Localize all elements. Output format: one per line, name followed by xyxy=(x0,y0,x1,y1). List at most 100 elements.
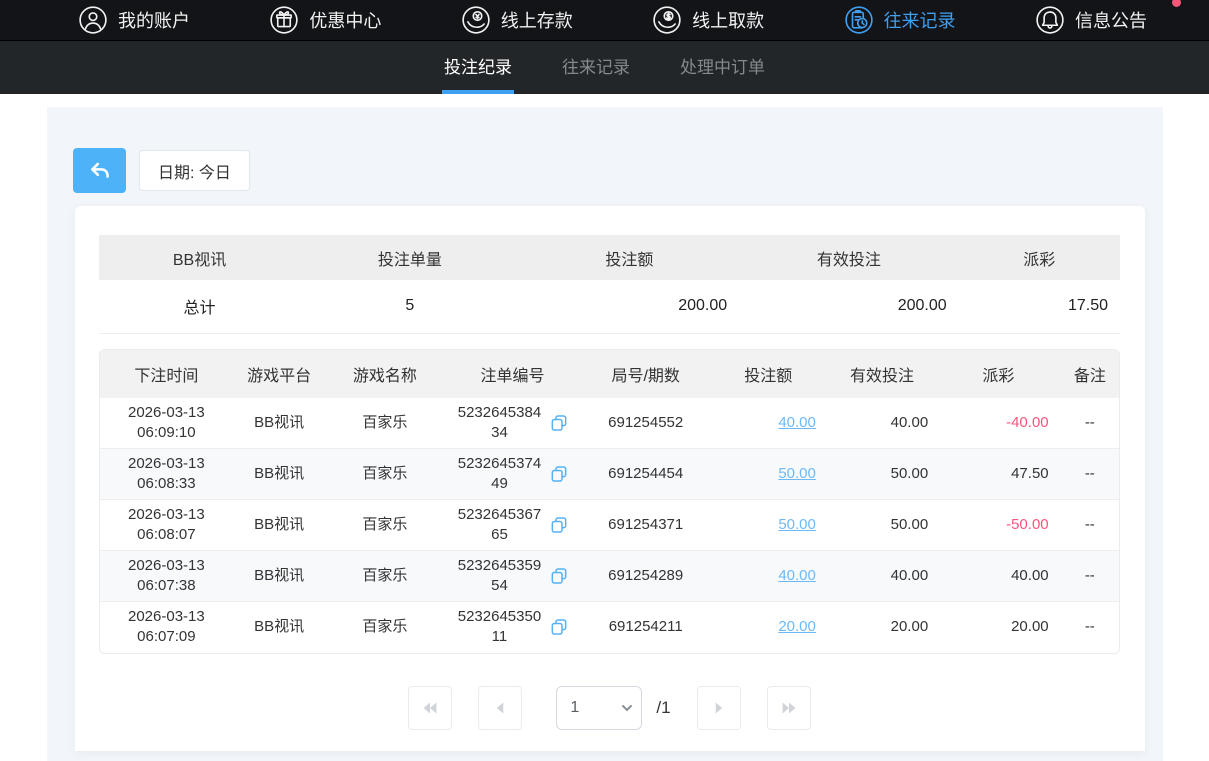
table-row: 2026-03-1306:08:07 BB视讯 百家乐 523264536765… xyxy=(100,500,1120,551)
content-panel: 日期: 今日 BB视讯 投注单量 投注额 有效投注 派彩 总计 5 200.00 xyxy=(47,107,1163,761)
bell-icon xyxy=(1035,5,1065,35)
game-name: 百家乐 xyxy=(326,500,444,551)
game-name: 百家乐 xyxy=(326,551,444,602)
records-icon xyxy=(844,5,874,35)
page-select-wrap: 1 xyxy=(556,686,642,730)
right-arrow-icon xyxy=(708,697,730,719)
bet-time: 2026-03-1306:08:07 xyxy=(100,500,233,551)
bet-id-cell: 523264537449 xyxy=(444,449,581,500)
bet-id: 523264537449 xyxy=(455,454,543,495)
copy-icon[interactable] xyxy=(549,617,569,637)
col-header-payout: 派彩 xyxy=(938,350,1058,398)
nav-item-label: 优惠中心 xyxy=(309,7,381,33)
withdraw-icon xyxy=(652,5,682,35)
nav-item-announcements[interactable]: 信息公告 xyxy=(1035,5,1147,35)
platform: BB视讯 xyxy=(233,602,326,653)
nav-item-label: 信息公告 xyxy=(1075,7,1147,33)
bet-id-cell: 523264538434 xyxy=(444,398,581,449)
bet-time: 2026-03-1306:08:33 xyxy=(100,449,233,500)
platform: BB视讯 xyxy=(233,551,326,602)
bet-time: 2026-03-1306:09:10 xyxy=(100,398,233,449)
next-page-button[interactable] xyxy=(697,686,741,730)
first-page-button[interactable] xyxy=(408,686,452,730)
round-number: 691254371 xyxy=(581,500,711,551)
back-button[interactable] xyxy=(73,148,126,193)
bet-table-container: 下注时间 游戏平台 游戏名称 注单编号 局号/期数 投注额 有效投注 派彩 备注… xyxy=(99,349,1120,654)
bet-id-cell: 523264536765 xyxy=(444,500,581,551)
game-name: 百家乐 xyxy=(326,602,444,653)
bet-amount-link[interactable]: 50.00 xyxy=(778,465,816,482)
col-header-bet-amount: 投注额 xyxy=(711,350,826,398)
summary-total-valid: 200.00 xyxy=(739,280,959,333)
bet-id: 523264538434 xyxy=(455,403,543,444)
remark: -- xyxy=(1059,500,1120,551)
platform: BB视讯 xyxy=(233,398,326,449)
bet-amount-cell: 20.00 xyxy=(711,602,826,653)
deposit-icon xyxy=(461,5,491,35)
summary-total-label: 总计 xyxy=(99,280,300,333)
page-select[interactable]: 1 xyxy=(556,686,642,730)
copy-icon[interactable] xyxy=(549,464,569,484)
table-row: 2026-03-1306:07:38 BB视讯 百家乐 523264535954… xyxy=(100,551,1120,602)
round-number: 691254211 xyxy=(581,602,711,653)
bet-id-cell: 523264535011 xyxy=(444,602,581,653)
summary-table: BB视讯 投注单量 投注额 有效投注 派彩 总计 5 200.00 200.00… xyxy=(99,235,1120,334)
table-row: 2026-03-1306:07:09 BB视讯 百家乐 523264535011… xyxy=(100,602,1120,653)
copy-icon[interactable] xyxy=(549,515,569,535)
nav-item-records[interactable]: 往来记录 xyxy=(844,5,956,35)
bet-time: 2026-03-1306:07:09 xyxy=(100,602,233,653)
col-header-bet-time: 下注时间 xyxy=(100,350,233,398)
copy-icon[interactable] xyxy=(549,413,569,433)
nav-item-my-account[interactable]: 我的账户 xyxy=(78,5,190,35)
col-header-game-name: 游戏名称 xyxy=(326,350,444,398)
valid-bet: 20.00 xyxy=(826,602,938,653)
user-icon xyxy=(78,5,108,35)
col-header-bet-id: 注单编号 xyxy=(444,350,581,398)
bet-id: 523264536765 xyxy=(455,505,543,546)
bet-amount-cell: 50.00 xyxy=(711,449,826,500)
summary-total-row: 总计 5 200.00 200.00 17.50 xyxy=(99,280,1120,333)
remark: -- xyxy=(1059,449,1120,500)
bet-amount-cell: 40.00 xyxy=(711,551,826,602)
valid-bet: 40.00 xyxy=(826,398,938,449)
nav-item-label: 线上取款 xyxy=(692,7,764,33)
game-name: 百家乐 xyxy=(326,398,444,449)
tab-processing-orders[interactable]: 处理中订单 xyxy=(678,41,767,94)
date-filter[interactable]: 日期: 今日 xyxy=(139,150,250,191)
remark: -- xyxy=(1059,551,1120,602)
nav-item-label: 线上存款 xyxy=(501,7,573,33)
table-row: 2026-03-1306:09:10 BB视讯 百家乐 523264538434… xyxy=(100,398,1120,449)
tab-bet-records[interactable]: 投注纪录 xyxy=(442,41,514,94)
payout: -50.00 xyxy=(938,500,1058,551)
bet-amount-link[interactable]: 20.00 xyxy=(778,618,816,635)
round-number: 691254552 xyxy=(581,398,711,449)
bet-amount-link[interactable]: 50.00 xyxy=(778,516,816,533)
col-header-round: 局号/期数 xyxy=(581,350,711,398)
bet-amount-link[interactable]: 40.00 xyxy=(778,567,816,584)
nav-item-deposit[interactable]: 线上存款 xyxy=(461,5,573,35)
pagination: 1 /1 xyxy=(99,686,1120,730)
valid-bet: 50.00 xyxy=(826,449,938,500)
payout: 47.50 xyxy=(938,449,1058,500)
round-number: 691254289 xyxy=(581,551,711,602)
summary-header-valid-bet: 有效投注 xyxy=(739,235,959,280)
summary-header-platform: BB视讯 xyxy=(99,235,300,280)
col-header-remark: 备注 xyxy=(1059,350,1120,398)
platform: BB视讯 xyxy=(233,500,326,551)
nav-item-promotions[interactable]: 优惠中心 xyxy=(269,5,381,35)
remark: -- xyxy=(1059,602,1120,653)
prev-page-button[interactable] xyxy=(478,686,522,730)
tab-transaction-records[interactable]: 往来记录 xyxy=(560,41,632,94)
bet-table: 下注时间 游戏平台 游戏名称 注单编号 局号/期数 投注额 有效投注 派彩 备注… xyxy=(100,350,1120,653)
bet-id-cell: 523264535954 xyxy=(444,551,581,602)
double-right-arrow-icon xyxy=(778,697,800,719)
bet-id: 523264535954 xyxy=(455,556,543,597)
last-page-button[interactable] xyxy=(767,686,811,730)
copy-icon[interactable] xyxy=(549,566,569,586)
nav-item-withdraw[interactable]: 线上取款 xyxy=(652,5,764,35)
bet-amount-link[interactable]: 40.00 xyxy=(778,414,816,431)
records-card: BB视讯 投注单量 投注额 有效投注 派彩 总计 5 200.00 200.00… xyxy=(75,206,1145,751)
col-header-platform: 游戏平台 xyxy=(233,350,326,398)
summary-total-bet: 200.00 xyxy=(520,280,740,333)
bet-amount-cell: 50.00 xyxy=(711,500,826,551)
